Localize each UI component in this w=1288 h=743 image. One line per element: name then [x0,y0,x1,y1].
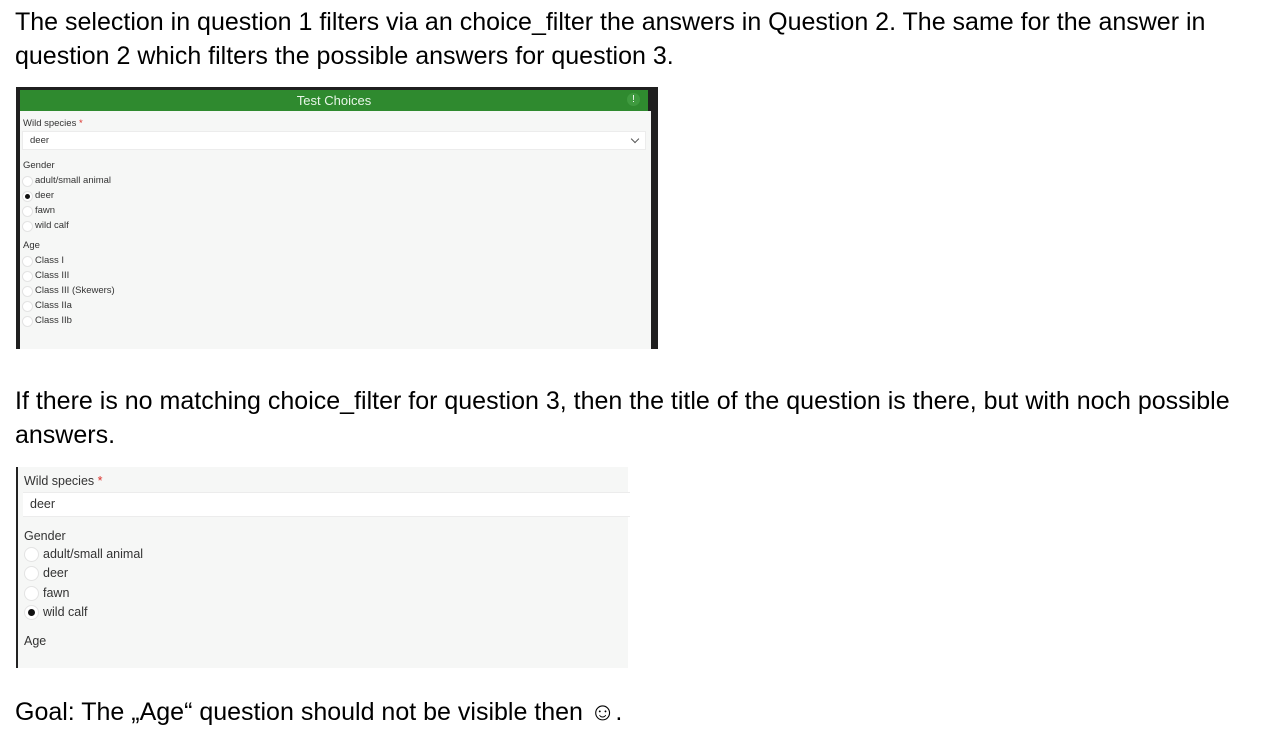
radio-option[interactable]: wild calf [18,603,318,622]
wild-species-label: Wild species [23,118,77,129]
radio-option[interactable]: deer [18,564,318,583]
radio-option-label: deer [35,190,55,201]
radio-unselected-icon[interactable] [22,271,33,282]
age-label: Age [24,634,47,648]
radio-unselected-icon[interactable] [22,316,33,327]
wild-species-question: Wild species * [23,118,83,129]
radio-option[interactable]: deer [20,189,320,204]
wild-species-value: deer [30,497,56,511]
form-header: Test Choices ! [20,90,648,111]
radio-option-label: deer [43,566,69,581]
radio-option[interactable]: Class I [20,254,320,269]
radio-option-label: adult/small animal [43,547,144,561]
radio-selected-icon[interactable] [22,191,33,202]
explanation-paragraph: If there is no matching choice_filter fo… [15,387,1230,449]
wild-species-value: deer [30,135,50,146]
alert-icon[interactable]: ! [627,93,640,106]
radio-selected-icon[interactable] [24,604,39,620]
radio-option-label: Class III (Skewers) [35,285,115,296]
intro-paragraph: The selection in question 1 filters via … [15,8,1206,70]
radio-option-label: adult/small animal [35,175,112,186]
radio-option[interactable]: Class IIb [20,314,320,329]
radio-unselected-icon[interactable] [24,566,39,582]
radio-option-label: Class IIb [35,315,72,326]
radio-option-label: Class I [35,255,65,266]
wild-species-select[interactable]: deer [23,492,630,517]
goal-paragraph: Goal: The „Age“ question should not be v… [15,698,623,726]
form-body: Wild species * deer Gender adult/small a… [20,111,651,349]
radio-option[interactable]: fawn [20,204,320,219]
radio-option[interactable]: Class III (Skewers) [20,284,320,299]
chevron-down-icon [630,134,640,144]
radio-option-label: Class III [35,270,70,281]
required-mark: * [97,474,103,488]
radio-option-label: wild calf [43,604,88,619]
radio-unselected-icon[interactable] [22,256,33,267]
radio-option[interactable]: Class IIa [20,299,320,314]
wild-species-label: Wild species [24,474,95,488]
radio-unselected-icon[interactable] [24,547,39,562]
radio-option[interactable]: Class III [20,269,320,284]
gender-label: Gender [24,529,66,543]
radio-option[interactable]: wild calf [20,219,320,234]
radio-option-label: fawn [43,585,70,600]
radio-option[interactable]: adult/small animal [20,174,320,189]
radio-unselected-icon[interactable] [24,585,39,601]
radio-unselected-icon[interactable] [22,301,33,312]
radio-option[interactable]: fawn [18,584,318,603]
radio-unselected-icon[interactable] [22,221,33,232]
radio-unselected-icon[interactable] [22,206,33,217]
screenshot-form-with-age-options: Test Choices ! Wild species * deer Gende… [16,87,658,349]
radio-unselected-icon[interactable] [22,286,33,297]
screenshot-form-empty-age: Wild species * deer Gender adult/small a… [16,467,630,668]
radio-option-label: Class IIa [35,300,72,311]
gender-label: Gender [23,160,55,171]
radio-unselected-icon[interactable] [22,176,33,187]
radio-option[interactable]: adult/small animal [18,545,318,564]
wild-species-question: Wild species * [24,474,103,488]
required-mark: * [78,118,83,129]
wild-species-select[interactable]: deer [22,131,646,150]
form-title: Test Choices [296,93,372,108]
radio-option-label: fawn [35,205,56,216]
radio-option-label: wild calf [35,220,69,231]
age-label: Age [23,240,40,251]
